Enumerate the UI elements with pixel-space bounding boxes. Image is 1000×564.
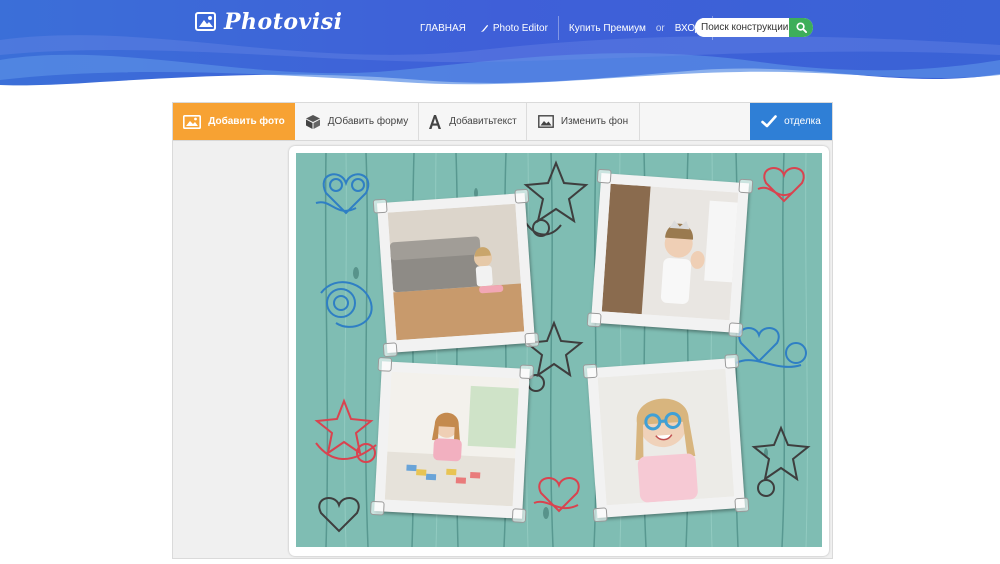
- collage-photo-2[interactable]: [586, 168, 754, 338]
- photo-corner-ornament: [377, 357, 393, 372]
- doodle-heart-red-icon: [533, 477, 580, 513]
- picture-icon: [537, 115, 554, 128]
- nav-home[interactable]: ГЛАВНАЯ: [410, 16, 476, 40]
- nav-or: or: [655, 22, 665, 34]
- change-background-label: Изменить фон: [560, 116, 629, 127]
- collage-photo-1[interactable]: [372, 188, 540, 358]
- header-wave-background: [0, 0, 1000, 95]
- add-shape-button[interactable]: ДОбавить форму: [295, 103, 419, 140]
- brush-icon: [480, 24, 488, 32]
- doodle-heart-gray-icon: [318, 497, 360, 533]
- photo-corner-ornament: [514, 188, 530, 204]
- done-label: отделка: [784, 116, 821, 127]
- letter-a-icon: [429, 114, 442, 129]
- collage-photo-4[interactable]: [582, 353, 750, 523]
- change-background-button[interactable]: Изменить фон: [527, 103, 640, 140]
- doodle-star-red-icon: [314, 398, 377, 463]
- photo-corner-ornament: [519, 364, 535, 380]
- photo-corner-ornament: [586, 312, 602, 328]
- site-logo[interactable]: Photovisi: [194, 9, 342, 35]
- add-text-label: Добавитьтекст: [449, 116, 517, 127]
- nav-home-label: ГЛАВНАЯ: [420, 22, 466, 34]
- doodle-star-gray-icon: [751, 425, 811, 497]
- collage-photo-3[interactable]: [369, 357, 535, 523]
- doodle-star-gray-icon: [523, 160, 589, 237]
- nav-photo-editor-label: Photo Editor: [492, 22, 548, 34]
- collage-canvas[interactable]: [296, 153, 822, 547]
- check-icon: [761, 115, 777, 128]
- add-photo-button[interactable]: Добавить фото: [173, 103, 295, 140]
- search-button[interactable]: [789, 18, 813, 37]
- add-shape-label: ДОбавить форму: [327, 116, 409, 127]
- doodle-heart-red-icon: [757, 167, 805, 203]
- doodle-heart-blue-icon: [315, 173, 370, 215]
- search-icon: [795, 22, 807, 33]
- photos-icon: [195, 12, 216, 31]
- photo-image: [601, 183, 739, 321]
- photo-image: [387, 203, 525, 341]
- done-button[interactable]: отделка: [750, 103, 832, 140]
- add-text-button[interactable]: Добавитьтекст: [419, 103, 527, 140]
- collage-canvas-frame: [289, 146, 829, 556]
- photo-corner-ornament: [369, 500, 385, 516]
- nav-premium[interactable]: Купить Премиум: [559, 16, 656, 40]
- photo-corner-ornament: [596, 168, 612, 184]
- search-input[interactable]: [695, 18, 789, 37]
- logo-text: Photovisi: [224, 9, 343, 35]
- nav-photo-editor[interactable]: Photo Editor: [476, 16, 558, 40]
- photo-corner-ornament: [582, 363, 598, 379]
- editor-panel: Добавить фото ДОбавить форму Добавитьтек…: [172, 102, 833, 559]
- photo-corner-ornament: [724, 353, 740, 369]
- site-header: Photovisi ГЛАВНАЯ Photo Editor Купить Пр…: [0, 0, 1000, 95]
- image-icon: [183, 114, 202, 129]
- search-box: [695, 18, 813, 37]
- photo-corner-ornament: [728, 322, 744, 338]
- photo-corner-ornament: [511, 508, 527, 523]
- photo-corner-ornament: [734, 497, 750, 513]
- photo-corner-ornament: [372, 198, 388, 214]
- doodle-heart-blue-icon: [735, 327, 807, 368]
- photo-corner-ornament: [524, 332, 540, 348]
- photo-corner-ornament: [738, 178, 754, 194]
- photo-corner-ornament: [382, 342, 398, 358]
- photo-image: [384, 371, 520, 507]
- main-nav: ГЛАВНАЯ Photo Editor Купить Премиум or В…: [410, 16, 713, 40]
- editor-toolbar: Добавить фото ДОбавить форму Добавитьтек…: [173, 103, 832, 141]
- doodle-swirl-blue-icon: [320, 281, 373, 328]
- cube-icon: [305, 114, 320, 129]
- photo-image: [597, 368, 735, 506]
- photo-corner-ornament: [592, 507, 608, 523]
- add-photo-label: Добавить фото: [208, 116, 285, 127]
- nav-premium-label: Купить Премиум: [568, 22, 646, 34]
